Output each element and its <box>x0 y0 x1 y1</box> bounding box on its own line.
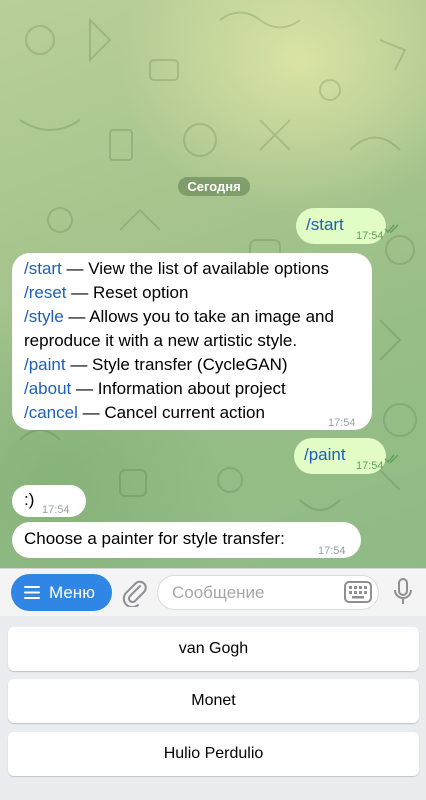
message-text[interactable]: /paint <box>304 443 346 467</box>
command-list: /start — View the list of available opti… <box>24 257 364 425</box>
chat-background: Сегодня /start 17:54 /start — View the l… <box>0 0 426 568</box>
message-time: 17:54 <box>318 545 346 557</box>
outgoing-message-paint[interactable]: /paint 17:54 <box>294 438 399 474</box>
command-link-style[interactable]: /style <box>24 307 64 326</box>
message-time: 17:54 <box>356 460 384 472</box>
command-desc: — Reset option <box>66 283 189 302</box>
keyboard-button-monet[interactable]: Monet <box>8 679 419 723</box>
message-text: Choose a painter for style transfer: <box>24 529 285 548</box>
message-time: 17:54 <box>328 417 356 429</box>
command-desc: — View the list of available options <box>61 259 329 278</box>
command-desc: — Allows you to take an image and reprod… <box>24 307 334 350</box>
keyboard-icon[interactable] <box>344 581 372 603</box>
hamburger-icon <box>24 586 40 599</box>
microphone-icon[interactable] <box>393 577 413 607</box>
command-link-cancel[interactable]: /cancel <box>24 403 78 422</box>
command-desc: — Information about project <box>71 379 286 398</box>
command-link-reset[interactable]: /reset <box>24 283 67 302</box>
command-link-paint[interactable]: /paint <box>24 355 66 374</box>
command-link-about[interactable]: /about <box>24 379 71 398</box>
message-text[interactable]: /start <box>306 213 344 237</box>
keyboard-button-van-gogh[interactable]: van Gogh <box>8 627 419 671</box>
command-desc: — Style transfer (CycleGAN) <box>65 355 288 374</box>
menu-button-label: Меню <box>49 583 95 602</box>
message-time: 17:54 <box>356 230 384 242</box>
double-check-icon <box>384 224 399 234</box>
message-time: 17:54 <box>42 504 70 516</box>
paperclip-icon[interactable] <box>120 577 148 607</box>
message-text: :) <box>24 490 35 509</box>
reply-keyboard: van Gogh Monet Hulio Perdulio <box>0 616 426 800</box>
date-separator: Сегодня <box>178 177 250 196</box>
message-input-bar: Меню <box>0 568 426 616</box>
keyboard-button-hulio-perdulio[interactable]: Hulio Perdulio <box>8 732 419 776</box>
incoming-message-choose-painter: Choose a painter for style transfer: 17:… <box>12 522 361 558</box>
outgoing-message-start[interactable]: /start 17:54 <box>296 208 399 244</box>
menu-button[interactable]: Меню <box>11 574 112 611</box>
command-desc: — Cancel current action <box>77 403 265 422</box>
incoming-message-smiley: :) 17:54 <box>12 485 86 517</box>
double-check-icon <box>384 454 399 464</box>
command-link-start[interactable]: /start <box>24 259 62 278</box>
incoming-message-commands: /start — View the list of available opti… <box>12 253 372 430</box>
